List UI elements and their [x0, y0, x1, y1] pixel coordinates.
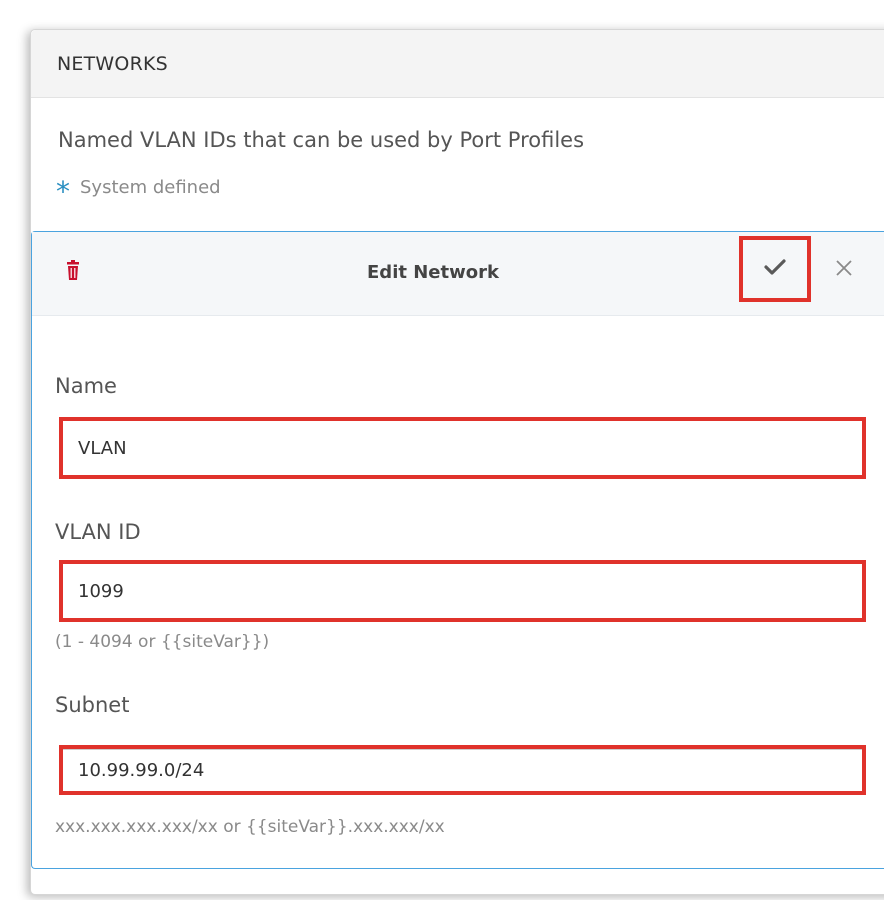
vlan-id-field[interactable]: [59, 560, 866, 622]
subnet-label: Subnet: [55, 693, 130, 717]
subnet-field[interactable]: [59, 745, 866, 795]
vlan-id-hint: (1 - 4094 or {{siteVar}}): [55, 632, 270, 652]
edit-network-header: Edit Network: [32, 232, 884, 316]
vlan-id-input[interactable]: [78, 580, 862, 602]
close-icon: [835, 259, 853, 281]
system-defined-legend: * System defined: [56, 173, 221, 206]
asterisk-icon: *: [56, 175, 70, 208]
panel-title: NETWORKS: [57, 52, 168, 75]
subnet-hint: xxx.xxx.xxx.xxx/xx or {{siteVar}}.xxx.xx…: [55, 817, 445, 837]
panel-header: NETWORKS: [31, 30, 884, 98]
confirm-button[interactable]: [739, 236, 811, 302]
checkmark-icon: [764, 258, 786, 280]
edit-network-card: Edit Network Name VLAN ID: [31, 231, 884, 869]
name-field[interactable]: [59, 417, 866, 479]
subnet-input[interactable]: [78, 759, 862, 781]
networks-panel: NETWORKS Named VLAN IDs that can be used…: [30, 29, 884, 895]
panel-description: Named VLAN IDs that can be used by Port …: [58, 128, 585, 152]
vlan-id-label: VLAN ID: [55, 520, 141, 544]
legend-text: System defined: [80, 176, 221, 198]
name-label: Name: [55, 374, 117, 398]
close-button[interactable]: [832, 258, 856, 282]
name-input[interactable]: [78, 437, 862, 459]
